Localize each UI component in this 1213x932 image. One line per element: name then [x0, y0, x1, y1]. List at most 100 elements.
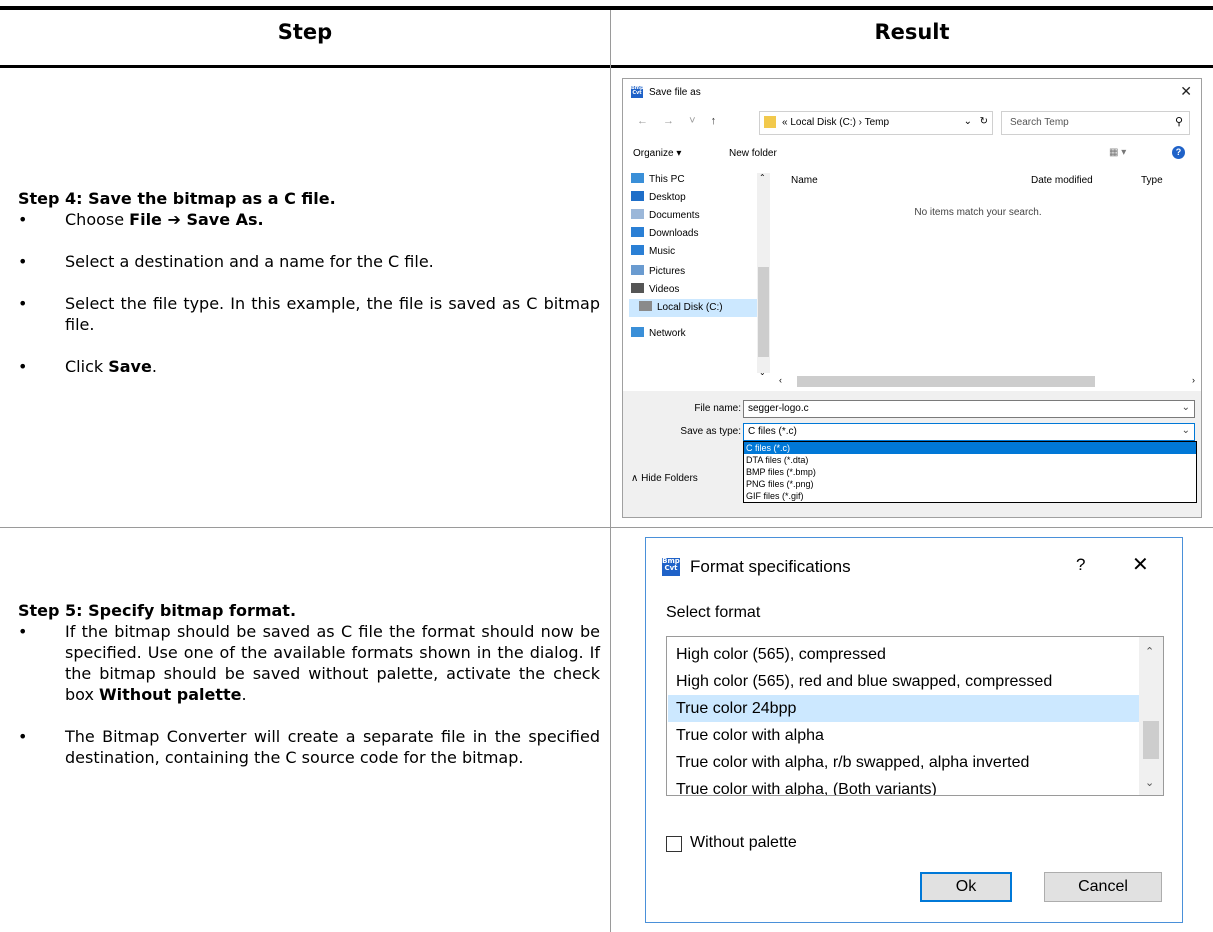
nav-item[interactable]: Pictures — [631, 263, 685, 281]
step4-bullet-2: Select a destination and a name for the … — [18, 251, 600, 272]
table-top-rule — [0, 6, 1213, 10]
cancel-button[interactable]: Cancel — [1044, 872, 1162, 902]
horizontal-scrollbar[interactable]: ‹ › — [773, 375, 1201, 388]
table-column-divider — [610, 10, 611, 932]
scrollbar-thumb[interactable] — [758, 267, 769, 357]
search-input[interactable]: Search Temp ⚲ — [1001, 111, 1190, 135]
scroll-down-icon[interactable]: ⌄ — [759, 368, 766, 377]
chevron-down-icon[interactable]: ⌄ — [1145, 776, 1154, 789]
nav-item[interactable]: This PC — [631, 171, 685, 189]
nav-item-icon — [631, 209, 644, 219]
format-list: True color with alpha, (Both variants) Tr… — [666, 636, 1164, 796]
step5-bullet-1: If the bitmap should be saved as C file … — [18, 621, 600, 705]
column-name[interactable]: Name — [791, 175, 818, 186]
format-specifications-dialog: Bmp Cvt Format specifications ? ✕ Select… — [645, 537, 1183, 923]
step4-list: Choose File ➔ Save As. Select a destinat… — [18, 209, 600, 377]
chevron-down-icon[interactable]: ⌄ — [1182, 402, 1190, 413]
file-name-label: File name: — [694, 403, 741, 414]
file-name-field[interactable]: segger-logo.c ⌄ — [743, 400, 1195, 418]
dialog-toolbar: Organize ▾ New folder ▦ ▾ ? — [623, 145, 1201, 163]
column-type[interactable]: Type — [1141, 175, 1163, 186]
step5-list: If the bitmap should be saved as C file … — [18, 621, 600, 768]
address-path[interactable]: « Local Disk (C:) › Temp — [782, 117, 889, 128]
nav-item-label: Network — [649, 328, 686, 339]
close-icon[interactable]: ✕ — [1132, 552, 1149, 577]
back-forward-icon[interactable]: ← → ˅ — [637, 115, 702, 127]
nav-item[interactable]: Documents — [631, 207, 700, 225]
file-name-value[interactable]: segger-logo.c — [748, 403, 809, 414]
format-list-item[interactable]: True color 24bpp — [668, 695, 1143, 722]
nav-item-icon — [639, 301, 652, 311]
nav-item-icon — [631, 191, 644, 201]
scroll-right-icon[interactable]: › — [1192, 375, 1195, 385]
save-type-option[interactable]: PNG files (*.png) — [744, 478, 1196, 490]
new-folder-button[interactable]: New folder — [729, 148, 777, 159]
format-list-item[interactable]: High color (565), compressed — [668, 641, 1143, 668]
nav-item[interactable]: Local Disk (C:) — [629, 299, 759, 317]
column-date-modified[interactable]: Date modified — [1031, 175, 1093, 186]
step4-bullet-4: Click Save. — [18, 356, 600, 377]
header-step: Step — [277, 20, 333, 44]
bitmap-converter-icon: Bmp Cvt — [631, 85, 644, 98]
save-type-option[interactable]: BMP files (*.bmp) — [744, 466, 1196, 478]
save-type-option[interactable]: DTA files (*.dta) — [744, 454, 1196, 466]
save-type-option[interactable]: GIF files (*.gif) — [744, 490, 1196, 502]
navigation-bar: ← → ˅ ↑ « Local Disk (C:) › Temp ⌄ ↻ Sea… — [623, 111, 1201, 135]
nav-arrows[interactable]: ← → ˅ ↑ — [637, 115, 722, 127]
format-list-item[interactable]: High color (565), red and blue swapped, … — [668, 668, 1143, 695]
nav-item-label: Pictures — [649, 266, 686, 277]
nav-item[interactable]: Downloads — [631, 225, 698, 243]
format-list-item[interactable]: True color with alpha, r/b swapped, alph… — [668, 749, 1143, 776]
step4-bullet-3: Select the file type. In this example, t… — [18, 293, 600, 335]
step4-text: Step 4: Save the bitmap as a C file. Cho… — [18, 188, 600, 377]
scrollbar-thumb[interactable] — [1143, 721, 1159, 759]
nav-item-label: Documents — [649, 210, 700, 221]
table-row-divider — [0, 527, 1213, 528]
nav-item-label: Local Disk (C:) — [657, 302, 723, 313]
nav-item-label: Downloads — [649, 228, 699, 239]
navigation-scrollbar[interactable]: ⌃ ⌄ — [757, 173, 770, 377]
chevron-up-icon[interactable]: ⌃ — [1145, 645, 1154, 658]
organize-button[interactable]: Organize ▾ — [633, 148, 681, 159]
nav-item[interactable]: Videos — [631, 281, 679, 299]
nav-item-icon — [631, 173, 644, 183]
step5-heading: Step 5: Specify bitmap format. — [18, 601, 297, 620]
nav-item[interactable]: Desktop — [631, 189, 686, 207]
format-list-scrollbar[interactable]: ⌃ ⌄ — [1139, 637, 1163, 795]
save-type-option[interactable]: C files (*.c) — [744, 442, 1196, 454]
save-type-select[interactable]: C files (*.c) ⌄ — [743, 423, 1195, 441]
format-list-item[interactable]: True color with alpha — [668, 722, 1143, 749]
without-palette-label[interactable]: Without palette — [690, 834, 797, 852]
nav-item[interactable]: Music — [631, 243, 675, 261]
nav-item-label: This PC — [649, 174, 685, 185]
step5-bullet-2: The Bitmap Converter will create a separ… — [18, 726, 600, 768]
hide-folders-button[interactable]: ∧ Hide Folders — [631, 473, 698, 484]
file-list-header: Name Date modified Type — [773, 173, 1201, 189]
chevron-down-icon[interactable]: ⌄ — [1182, 425, 1190, 436]
format-dialog-title: Format specifications — [690, 557, 851, 576]
select-format-label: Select format — [666, 604, 761, 621]
scroll-up-icon[interactable]: ⌃ — [759, 173, 766, 182]
address-bar[interactable]: « Local Disk (C:) › Temp ⌄ ↻ — [759, 111, 993, 135]
horizontal-scrollbar-thumb[interactable] — [797, 376, 1095, 387]
up-arrow-icon[interactable]: ↑ — [711, 115, 723, 127]
save-type-value[interactable]: C files (*.c) — [748, 426, 797, 437]
save-file-dialog: Bmp Cvt Save file as ✕ ← → ˅ ↑ « Local D… — [622, 78, 1202, 518]
ok-button[interactable]: Ok — [920, 872, 1012, 902]
refresh-icon[interactable]: ↻ — [980, 116, 988, 127]
folder-icon — [764, 116, 776, 128]
chevron-down-icon[interactable]: ⌄ — [964, 116, 972, 127]
table-header-rule — [0, 65, 1213, 68]
close-icon[interactable]: ✕ — [1180, 83, 1192, 100]
help-icon[interactable]: ? — [1172, 146, 1185, 159]
without-palette-checkbox[interactable] — [666, 836, 682, 852]
format-list-item[interactable]: True color with alpha, (Both variants) — [668, 776, 1143, 795]
help-icon[interactable]: ? — [1076, 555, 1085, 575]
scroll-left-icon[interactable]: ‹ — [779, 375, 782, 385]
nav-item-icon — [631, 265, 644, 275]
view-options-icon[interactable]: ▦ ▾ — [1109, 147, 1126, 158]
empty-message: No items match your search. — [914, 207, 1042, 218]
navigation-pane: This PC Desktop Documents Downloads Music Pic… — [629, 171, 759, 377]
nav-item[interactable]: Network — [631, 325, 686, 343]
save-type-label: Save as type: — [680, 426, 741, 437]
